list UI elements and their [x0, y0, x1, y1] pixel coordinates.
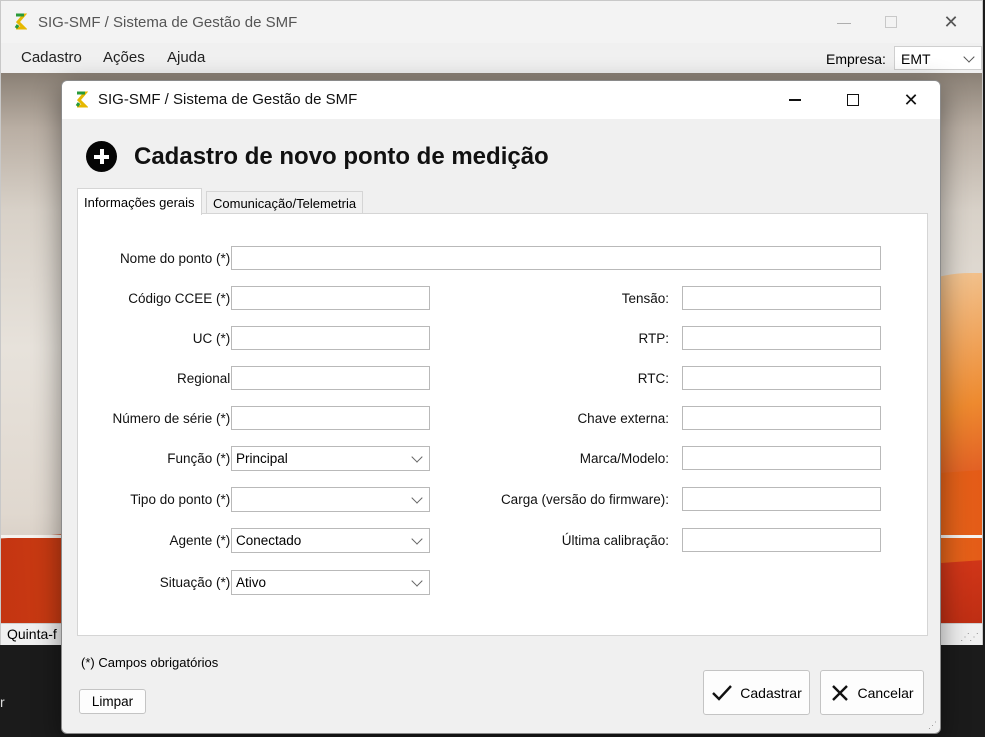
limpar-label: Limpar — [91, 694, 134, 709]
cadastrar-label: Cadastrar — [740, 684, 802, 701]
close-icon: ✕ — [903, 89, 919, 110]
taskbar-text: r — [0, 694, 5, 710]
rtp-input[interactable] — [682, 326, 881, 350]
regional-label: Regional: — [176, 371, 234, 386]
register-dialog: SIG-SMF / Sistema de Gestão de SMF ✕ Cad… — [61, 80, 941, 734]
menu-ajuda[interactable]: Ajuda — [167, 49, 205, 66]
tipo-ponto-label: Tipo do ponto (*): — [130, 492, 234, 507]
chevron-down-icon — [411, 492, 423, 504]
menubar: Cadastro Ações Ajuda Empresa: EMT — [1, 43, 982, 73]
dialog-titlebar: SIG-SMF / Sistema de Gestão de SMF ✕ — [62, 81, 940, 119]
agente-select[interactable]: Conectado — [231, 528, 430, 553]
carga-firmware-input[interactable] — [682, 487, 881, 511]
situacao-value: Ativo — [236, 575, 267, 590]
dialog-title: SIG-SMF / Sistema de Gestão de SMF — [98, 91, 358, 108]
minimize-icon: — — [837, 14, 851, 30]
dialog-close-button[interactable]: ✕ — [882, 81, 940, 119]
plus-circle-icon — [86, 141, 117, 172]
tensao-label: Tensão: — [621, 291, 669, 306]
cancelar-button[interactable]: Cancelar — [820, 670, 924, 715]
empresa-select[interactable]: EMT — [894, 46, 982, 70]
maximize-icon — [885, 16, 897, 28]
uc-label: UC (*): — [192, 331, 234, 346]
situacao-select[interactable]: Ativo — [231, 570, 430, 595]
close-icon: ✕ — [943, 11, 959, 32]
rtc-label: RTC: — [637, 371, 669, 386]
app-logo-icon — [14, 13, 27, 30]
x-icon — [832, 684, 849, 701]
cadastrar-button[interactable]: Cadastrar — [703, 670, 810, 715]
empresa-value: EMT — [901, 51, 931, 67]
codigo-ccee-input[interactable] — [231, 286, 430, 310]
tab-comunicacao-telemetria[interactable]: Comunicação/Telemetria — [206, 191, 364, 215]
maximize-button[interactable] — [868, 1, 914, 43]
dialog-minimize-button[interactable] — [766, 81, 824, 119]
resize-grip-icon[interactable]: ⋰ — [928, 720, 937, 731]
cancelar-label: Cancelar — [857, 684, 914, 701]
main-titlebar: SIG-SMF / Sistema de Gestão de SMF — ✕ — [1, 1, 982, 43]
app-logo-icon — [75, 91, 88, 108]
ultima-calibracao-input[interactable] — [682, 528, 881, 552]
minimize-button[interactable]: — — [821, 1, 867, 43]
agente-label: Agente (*): — [169, 533, 234, 548]
codigo-ccee-label: Código CCEE (*): — [128, 291, 234, 306]
tensao-input[interactable] — [682, 286, 881, 310]
resize-grip-icon[interactable]: ⋰⋰ — [960, 632, 979, 643]
check-icon — [712, 684, 733, 701]
nome-do-ponto-input[interactable] — [231, 246, 881, 270]
agente-value: Conectado — [236, 533, 302, 548]
main-window-title: SIG-SMF / Sistema de Gestão de SMF — [38, 14, 298, 31]
funcao-select[interactable]: Principal — [231, 446, 430, 471]
chevron-down-icon — [963, 51, 975, 63]
situacao-label: Situação (*): — [159, 575, 234, 590]
maximize-icon — [847, 94, 859, 106]
dialog-maximize-button[interactable] — [824, 81, 882, 119]
uc-input[interactable] — [231, 326, 430, 350]
numero-serie-input[interactable] — [231, 406, 430, 430]
chevron-down-icon — [411, 451, 423, 463]
funcao-label: Função (*): — [167, 451, 234, 466]
tab-panel-informacoes-gerais: Nome do ponto (*): Código CCEE (*): UC (… — [77, 213, 928, 636]
ultima-calibracao-label: Última calibração: — [561, 533, 669, 548]
marca-modelo-label: Marca/Modelo: — [579, 451, 669, 466]
chave-externa-input[interactable] — [682, 406, 881, 430]
status-text: Quinta-f — [7, 626, 57, 642]
tipo-ponto-select[interactable] — [231, 487, 430, 512]
regional-input[interactable] — [231, 366, 430, 390]
nome-do-ponto-label: Nome do ponto (*): — [119, 251, 234, 266]
carga-firmware-label: Carga (versão do firmware): — [500, 492, 669, 507]
funcao-value: Principal — [236, 451, 288, 466]
page-title: Cadastro de novo ponto de medição — [134, 143, 549, 170]
chevron-down-icon — [411, 575, 423, 587]
rtp-label: RTP: — [638, 331, 669, 346]
close-button[interactable]: ✕ — [928, 1, 974, 43]
menu-acoes[interactable]: Ações — [103, 49, 145, 66]
tab-informacoes-gerais[interactable]: Informações gerais — [77, 188, 202, 215]
marca-modelo-input[interactable] — [682, 446, 881, 470]
empresa-label: Empresa: — [826, 51, 886, 67]
chevron-down-icon — [411, 533, 423, 545]
limpar-button[interactable]: Limpar — [79, 689, 146, 714]
minimize-icon — [789, 99, 801, 101]
menu-cadastro[interactable]: Cadastro — [21, 49, 82, 66]
rtc-input[interactable] — [682, 366, 881, 390]
chave-externa-label: Chave externa: — [577, 411, 669, 426]
required-fields-note: (*) Campos obrigatórios — [81, 655, 219, 670]
numero-serie-label: Número de série (*): — [112, 411, 234, 426]
